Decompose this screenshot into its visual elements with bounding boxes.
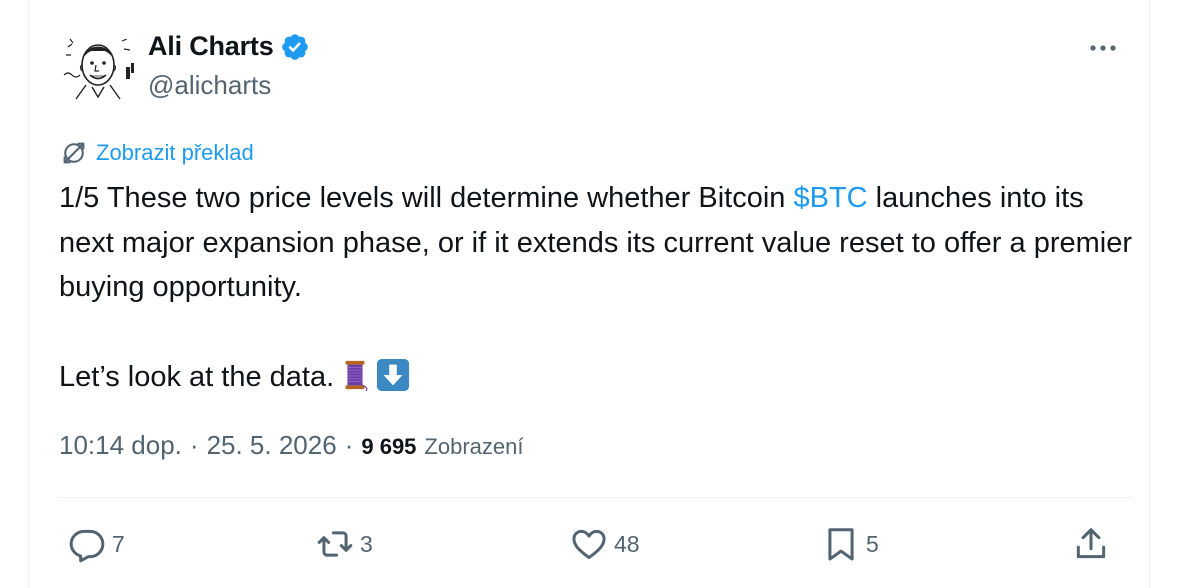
- bookmark-icon: [828, 528, 854, 561]
- bookmark-button[interactable]: 5: [822, 520, 879, 568]
- reply-icon: [69, 529, 105, 563]
- views-count: 9 695: [361, 434, 417, 459]
- translate-label[interactable]: Zobrazit překlad: [96, 140, 254, 166]
- bookmark-count: 5: [866, 530, 879, 557]
- thread-spool-icon: [345, 360, 368, 391]
- translate-link[interactable]: Zobrazit překlad: [60, 139, 254, 167]
- tweet-date[interactable]: 25. 5. 2026: [207, 430, 337, 461]
- down-arrow-icon: [377, 358, 410, 391]
- action-bar: 7 3 48 5: [0, 520, 1183, 570]
- meta-separator: ·: [344, 430, 354, 460]
- meta-separator: ·: [189, 430, 199, 460]
- tweet-paragraph-2: Let’s look at the data.: [59, 355, 1139, 400]
- tweet-time[interactable]: 10:14 dop.: [59, 430, 182, 461]
- views-label: Zobrazení: [424, 434, 524, 459]
- divider: [58, 497, 1133, 498]
- cashtag-link[interactable]: $BTC: [793, 182, 867, 214]
- like-button[interactable]: 48: [570, 520, 640, 568]
- avatar-illustration-icon: [58, 27, 138, 107]
- repost-button[interactable]: 3: [316, 520, 373, 568]
- author-handle[interactable]: @alicharts: [148, 70, 271, 101]
- reply-button[interactable]: 7: [68, 520, 125, 568]
- translate-icon: [63, 142, 85, 164]
- tweet-text-before-cashtag: 1/5 These two price levels will determin…: [59, 182, 794, 214]
- repost-icon: [317, 531, 353, 557]
- tweet-meta: 10:14 dop. · 25. 5. 2026 · 9 695 Zobraze…: [59, 430, 523, 461]
- tweet-paragraph-1: 1/5 These two price levels will determin…: [59, 176, 1139, 310]
- more-options-icon[interactable]: [1084, 36, 1122, 60]
- verified-badge-icon[interactable]: [280, 32, 310, 62]
- heart-icon: [572, 529, 606, 559]
- author-name-row[interactable]: Ali Charts: [148, 31, 310, 62]
- reply-count: 7: [112, 530, 125, 557]
- share-button[interactable]: [1072, 520, 1110, 568]
- like-count: 48: [614, 530, 640, 557]
- tweet-text-line2: Let’s look at the data.: [59, 360, 335, 393]
- tweet-text: 1/5 These two price levels will determin…: [59, 176, 1139, 399]
- author-avatar[interactable]: [58, 27, 138, 107]
- author-name[interactable]: Ali Charts: [148, 31, 274, 62]
- repost-count: 3: [360, 530, 373, 557]
- share-icon: [1076, 528, 1106, 559]
